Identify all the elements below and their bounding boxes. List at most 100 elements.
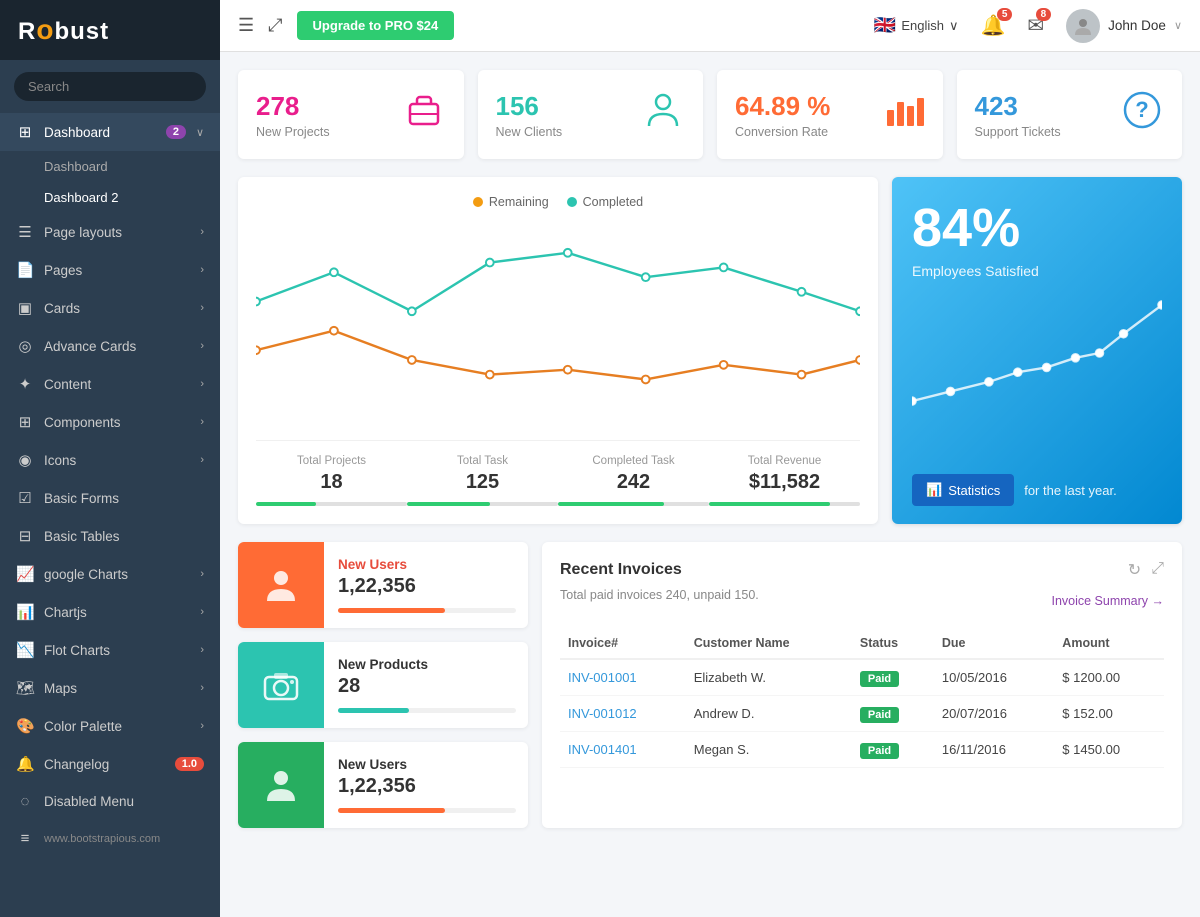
table-header-row: Invoice# Customer Name Status Due Amount — [560, 628, 1164, 659]
maps-icon: 🗺 — [16, 679, 34, 697]
sidebar-item-label: Maps — [44, 681, 190, 696]
sidebar-item-color-palette[interactable]: 🎨 Color Palette › — [0, 707, 220, 745]
stat-total-projects: Total Projects 18 — [256, 455, 407, 506]
menu-levels-icon: ≡ — [16, 830, 34, 847]
invoice-due: 20/07/2016 — [934, 696, 1054, 732]
invoice-subrow: Total paid invoices 240, unpaid 150. Inv… — [560, 588, 1164, 614]
sidebar-subitem-dashboard2[interactable]: Dashboard 2 — [0, 182, 220, 213]
basic-tables-icon: ⊟ — [16, 527, 34, 545]
chevron-right-icon: › — [200, 682, 204, 694]
expand-icon[interactable]: ⤢ — [1151, 560, 1164, 580]
mail-badge: 8 — [1036, 8, 1052, 21]
widget-new-users-value: 1,22,356 — [338, 575, 516, 598]
refresh-icon[interactable]: ↻ — [1128, 560, 1141, 580]
chevron-right-icon: › — [200, 644, 204, 656]
customer-name: Megan S. — [686, 732, 852, 768]
customer-name: Elizabeth W. — [686, 659, 852, 696]
sidebar-item-dashboard[interactable]: ⊞ Dashboard 2 ∨ — [0, 113, 220, 151]
satisfaction-chart — [912, 293, 1162, 460]
legend-remaining: Remaining — [473, 195, 549, 209]
sidebar-item-label: www.bootstrapious.com — [44, 833, 204, 845]
statistics-label: Statistics — [948, 483, 1000, 498]
sidebar-item-label: google Charts — [44, 567, 190, 582]
sidebar-item-label: Advance Cards — [44, 339, 190, 354]
invoice-header: Recent Invoices ↻ ⤢ — [560, 560, 1164, 580]
sidebar-item-content[interactable]: ✦ Content › — [0, 365, 220, 403]
sidebar-item-basic-tables[interactable]: ⊟ Basic Tables — [0, 517, 220, 555]
sidebar-item-page-layouts[interactable]: ☰ Page layouts › — [0, 213, 220, 251]
widget-new-users-title: New Users — [338, 557, 516, 572]
language-chevron-icon: ∨ — [949, 18, 959, 34]
sidebar-item-label: Cards — [44, 301, 190, 316]
language-label: English — [901, 18, 944, 33]
page-content: 278 New Projects 156 New Clients — [220, 52, 1200, 917]
sidebar-item-flot-charts[interactable]: 📉 Flot Charts › — [0, 631, 220, 669]
statistics-icon: 📊 — [926, 482, 942, 498]
bell-badge: 5 — [997, 8, 1013, 21]
widget-new-users-2: New Users 1,22,356 — [238, 742, 528, 828]
user-chevron-icon: ∨ — [1174, 19, 1182, 32]
widget-new-products-info: New Products 28 — [338, 645, 528, 725]
sidebar-item-menu-levels[interactable]: ≡ www.bootstrapious.com — [0, 820, 220, 857]
invoice-number[interactable]: INV-001401 — [560, 732, 686, 768]
sidebar-item-pages[interactable]: 📄 Pages › — [0, 251, 220, 289]
sidebar-item-basic-forms[interactable]: ☑ Basic Forms — [0, 479, 220, 517]
sidebar-item-label: Changelog — [44, 757, 165, 772]
svg-text:?: ? — [1135, 97, 1148, 122]
sidebar-search-container — [0, 60, 220, 113]
sidebar-subitem-dashboard[interactable]: Dashboard — [0, 151, 220, 182]
language-selector[interactable]: 🇬🇧 English ∨ — [874, 15, 959, 36]
page-layouts-icon: ☰ — [16, 223, 34, 241]
sidebar-item-icons[interactable]: ◉ Icons › — [0, 441, 220, 479]
sidebar-item-label: Color Palette — [44, 719, 190, 734]
notification-mail-button[interactable]: ✉ 8 — [1027, 13, 1044, 38]
pages-icon: 📄 — [16, 261, 34, 279]
components-icon: ⊞ — [16, 413, 34, 431]
google-charts-icon: 📈 — [16, 565, 34, 583]
invoice-actions: ↻ ⤢ — [1128, 560, 1164, 580]
sidebar-item-label: Pages — [44, 263, 190, 278]
stat-card-conversion: 64.89 % Conversion Rate — [717, 70, 943, 159]
user-icon — [261, 565, 301, 605]
satisfaction-label: Employees Satisfied — [912, 263, 1162, 279]
menu-toggle-icon[interactable]: ☰ — [238, 15, 254, 36]
dashboard-icon: ⊞ — [16, 123, 34, 141]
advance-cards-icon: ◎ — [16, 337, 34, 355]
chevron-right-icon: › — [200, 378, 204, 390]
sidebar-item-cards[interactable]: ▣ Cards › — [0, 289, 220, 327]
sidebar-item-label: Content — [44, 377, 190, 392]
widget-new-users-info: New Users 1,22,356 — [338, 545, 528, 625]
expand-icon[interactable]: ⤢ — [268, 15, 282, 36]
invoice-summary-link[interactable]: Invoice Summary → — [1051, 594, 1164, 608]
sidebar-item-google-charts[interactable]: 📈 google Charts › — [0, 555, 220, 593]
widget-new-users2-value: 1,22,356 — [338, 775, 516, 798]
bar-chart-icon — [881, 88, 925, 141]
stat-card-clients: 156 New Clients — [478, 70, 704, 159]
search-input[interactable] — [14, 72, 206, 101]
remaining-dot — [473, 197, 483, 207]
invoice-number[interactable]: INV-001012 — [560, 696, 686, 732]
dashboard-badge: 2 — [166, 125, 186, 139]
chevron-right-icon: › — [200, 606, 204, 618]
content-icon: ✦ — [16, 375, 34, 393]
sidebar-item-label: Dashboard — [44, 125, 156, 140]
sidebar-item-components[interactable]: ⊞ Components › — [0, 403, 220, 441]
statistics-button[interactable]: 📊 Statistics — [912, 474, 1014, 506]
notification-bell-button[interactable]: 🔔 5 — [980, 13, 1005, 38]
legend-completed: Completed — [567, 195, 643, 209]
sidebar-item-advance-cards[interactable]: ◎ Advance Cards › — [0, 327, 220, 365]
user-menu[interactable]: John Doe ∨ — [1066, 9, 1182, 43]
sidebar-item-changelog[interactable]: 🔔 Changelog 1.0 — [0, 745, 220, 783]
invoice-number[interactable]: INV-001001 — [560, 659, 686, 696]
upgrade-button[interactable]: Upgrade to PRO $24 — [297, 11, 455, 40]
sidebar-item-label: Basic Forms — [44, 491, 204, 506]
sidebar-item-chartjs[interactable]: 📊 Chartjs › — [0, 593, 220, 631]
stat-label-tickets: Support Tickets — [975, 125, 1061, 139]
sidebar-item-maps[interactable]: 🗺 Maps › — [0, 669, 220, 707]
stat-total-task: Total Task 125 — [407, 455, 558, 506]
line-chart — [256, 221, 860, 421]
chevron-right-icon: › — [200, 416, 204, 428]
stat-cards-row: 278 New Projects 156 New Clients — [238, 70, 1182, 159]
col-amount: Amount — [1054, 628, 1164, 659]
sidebar-item-disabled-menu[interactable]: ◌ Disabled Menu — [0, 783, 220, 820]
